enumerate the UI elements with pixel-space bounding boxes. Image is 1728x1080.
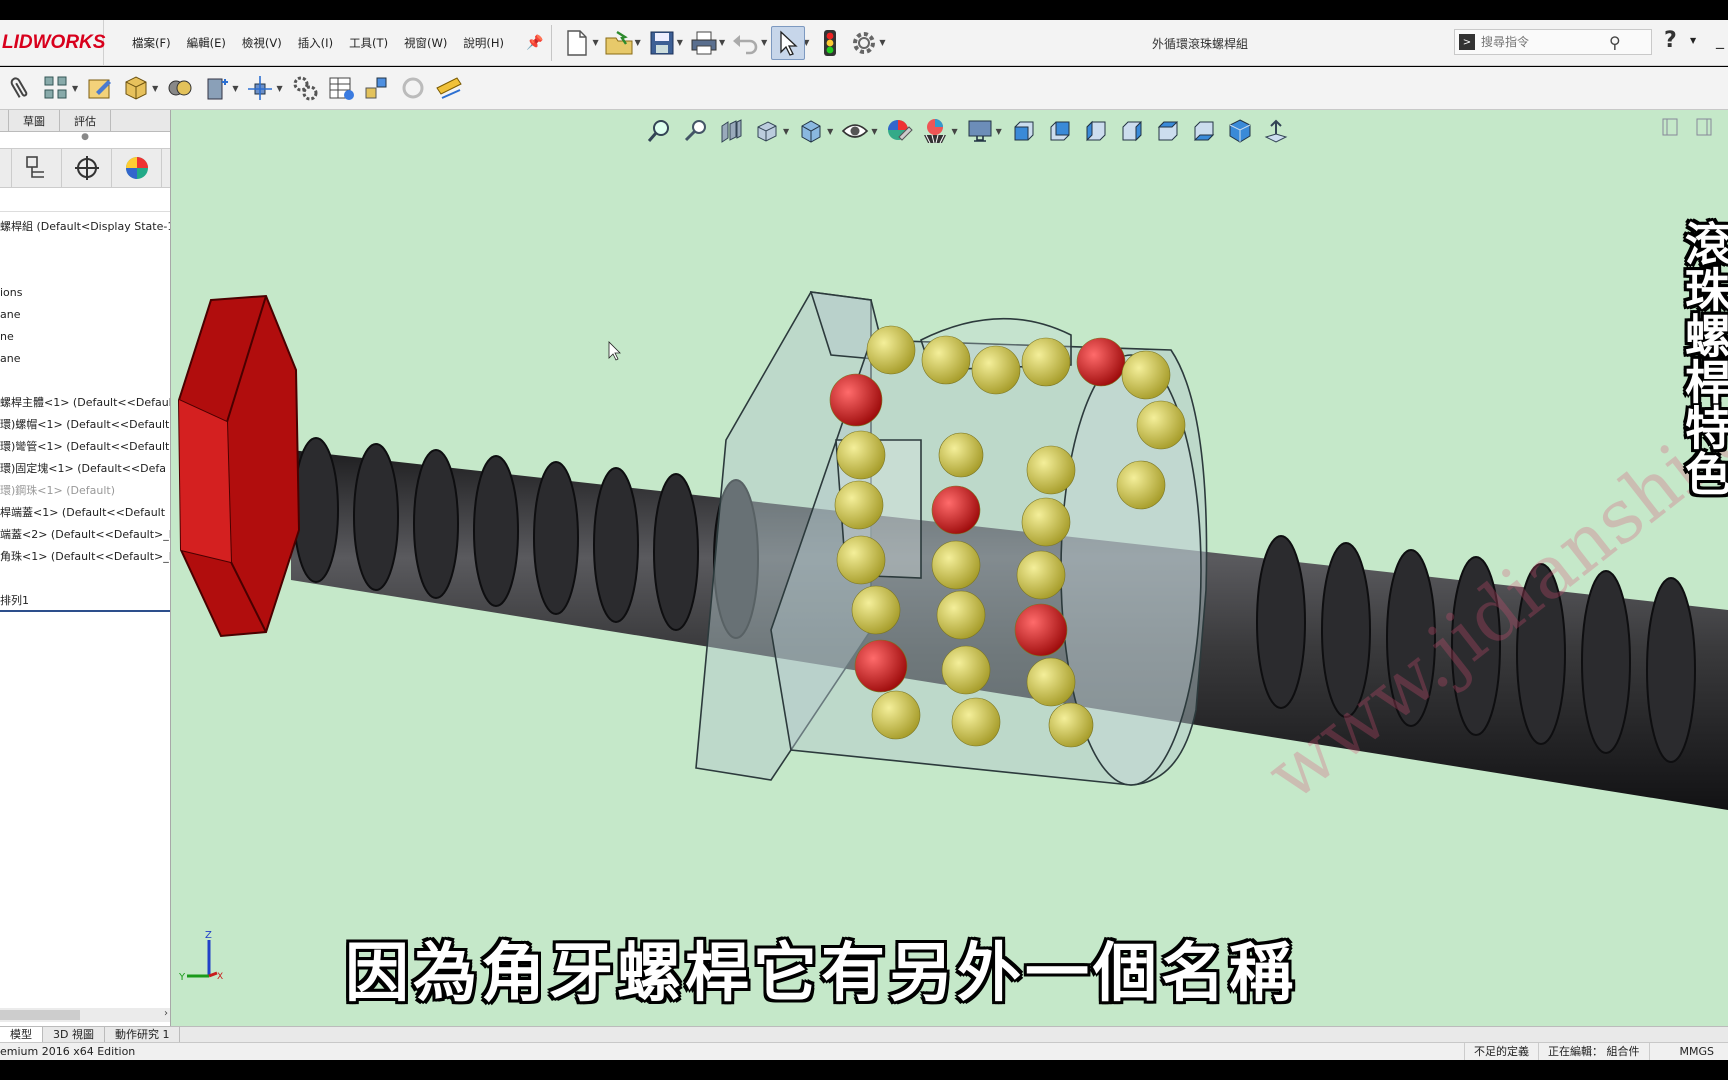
insert-component-icon[interactable] [118,71,154,105]
document-title: 外循環滾珠螺桿組 [1152,36,1249,51]
command-tabs: 草圖 評估 [0,110,170,132]
menu-tools[interactable]: 工具(T) [341,35,396,51]
command-search[interactable]: > ⚲ [1454,29,1652,55]
menu-help[interactable]: 說明(H) [455,35,512,51]
toolbar-separator [551,24,553,61]
menu-insert[interactable]: 插入(I) [290,35,341,51]
graphics-viewport[interactable]: ▼ ▼ ▼ ▼ ▼ www.jidianshi.c 滾珠螺桿特色 因為角牙螺桿它… [171,110,1728,1026]
display-manager-icon[interactable] [112,149,162,187]
save-icon[interactable] [645,26,679,60]
property-manager-icon[interactable] [12,149,62,187]
tree-item[interactable]: 螺桿組 (Default<Display State-1 [0,216,170,238]
print-icon[interactable] [687,26,721,60]
undo-icon[interactable] [729,26,763,60]
tree-item[interactable]: ions [0,282,170,304]
main-menu: 檔案(F) 編輯(E) 檢視(V) 插入(I) 工具(T) 視窗(W) 說明(H… [124,35,512,51]
command-manager-toolbar: ▼ ▼ ▼ ▼ [0,67,1728,110]
tree-item[interactable]: ane [0,304,170,326]
edit-component-icon[interactable] [82,71,118,105]
editing-status: 正在編輯： 組合件 [1538,1043,1649,1060]
exploded-view-icon[interactable] [359,71,395,105]
edition-text: emium 2016 x64 Edition [0,1045,136,1058]
configuration-crosshair-icon[interactable] [62,149,112,187]
feature-tree: 螺桿組 (Default<Display State-1 ions ane ne… [0,212,170,612]
panel-grip[interactable]: ● [0,132,170,148]
tree-item[interactable]: 環)固定塊<1> (Default<<Defa [0,458,170,480]
tree-item[interactable]: ane [0,348,170,370]
tab-model[interactable]: 模型 [0,1027,43,1042]
red-hex-end-nut[interactable] [177,294,301,638]
search-input[interactable] [1481,35,1609,49]
instant3d-icon[interactable] [395,71,431,105]
tree-item[interactable]: 螺桿主體<1> (Default<<Defaul [0,392,170,414]
screen-letterbox-bottom [0,1060,1728,1080]
axis-x-label: X [217,972,223,982]
minimize-icon[interactable]: _ [1716,30,1724,49]
new-document-icon[interactable] [560,26,594,60]
horizontal-scrollbar[interactable]: › [0,1008,170,1022]
tree-item[interactable]: 環)彎管<1> (Default<<Default [0,436,170,458]
chevron-down-icon[interactable]: ▼ [1690,36,1696,45]
tab-sketch[interactable]: 草圖 [9,110,60,131]
pin-icon[interactable]: 📌 [526,35,543,51]
paperclip-icon[interactable] [2,71,38,105]
tree-item[interactable]: ne [0,326,170,348]
axis-y-label: Y [179,972,186,983]
help-icon[interactable]: ? [1664,28,1677,53]
move-component-icon[interactable] [198,71,234,105]
select-pointer-icon[interactable] [771,25,806,60]
video-vertical-title: 滾珠螺桿特色 [1678,220,1728,496]
tree-item-suppressed[interactable]: 環)鋼珠<1> (Default) [0,480,170,502]
assembly-features-icon[interactable] [287,71,323,105]
tree-item-selected[interactable]: 排列1 [0,590,170,612]
axis-z-label: Z [205,930,212,941]
tab-assembly[interactable] [0,110,9,131]
bottom-tabs: 模型 3D 視圖 動作研究 1 [0,1026,1728,1042]
component-pattern-icon[interactable] [38,71,74,105]
reference-geometry-icon[interactable] [242,71,278,105]
menu-window[interactable]: 視窗(W) [396,35,455,51]
menu-file[interactable]: 檔案(F) [124,35,179,51]
open-folder-icon[interactable] [603,26,637,60]
command-prompt-icon: > [1459,34,1475,50]
mate-icon[interactable] [162,71,198,105]
tree-item[interactable]: 環)螺帽<1> (Default<<Default [0,414,170,436]
tab-evaluate[interactable]: 評估 [60,110,111,131]
scrollbar-thumb[interactable] [0,1010,80,1020]
screen-letterbox-top [0,0,1728,20]
video-subtitle: 因為角牙螺桿它有另外一個名稱 [345,937,1297,1011]
tab-motion-study[interactable]: 動作研究 1 [105,1027,181,1042]
tree-item[interactable] [0,568,170,590]
search-icon[interactable]: ⚲ [1609,33,1621,52]
menu-bar: LIDWORKS 檔案(F) 編輯(E) 檢視(V) 插入(I) 工具(T) 視… [0,19,1728,66]
app-logo: LIDWORKS [0,19,105,66]
rebuild-traffic-light-icon[interactable] [813,26,847,60]
tree-item[interactable]: 桿端蓋<1> (Default<<Default [0,502,170,524]
feature-manager-tabs [0,148,170,188]
tree-item[interactable]: 角珠<1> (Default<<Default>_D [0,546,170,568]
mouse-cursor-icon [608,341,621,361]
tree-item[interactable]: 端蓋<2> (Default<<Default>_D [0,524,170,546]
tree-item[interactable] [0,260,170,282]
tree-item[interactable] [0,238,170,260]
menu-view[interactable]: 檢視(V) [234,35,290,51]
tab-3d-views[interactable]: 3D 視圖 [43,1027,105,1042]
gear-icon[interactable] [847,26,881,60]
definition-status: 不足的定義 [1464,1043,1538,1060]
feature-manager-panel: 草圖 評估 ● 螺桿組 (Default<Display State-1 ion… [0,110,171,1026]
feature-tree-tab[interactable] [0,149,12,187]
status-fields: 不足的定義 正在編輯： 組合件 MMGS [1464,1043,1723,1060]
unit-system[interactable]: MMGS [1648,1043,1724,1060]
status-bar: emium 2016 x64 Edition 不足的定義 正在編輯： 組合件 M… [0,1042,1728,1060]
chevron-right-icon[interactable]: › [164,1008,168,1019]
measure-icon[interactable] [431,71,467,105]
tree-filter[interactable] [0,188,170,212]
menu-edit[interactable]: 編輯(E) [179,35,234,51]
tree-item[interactable] [0,370,170,392]
bill-of-materials-icon[interactable] [323,71,359,105]
axis-triad: Z Y X [178,926,239,989]
